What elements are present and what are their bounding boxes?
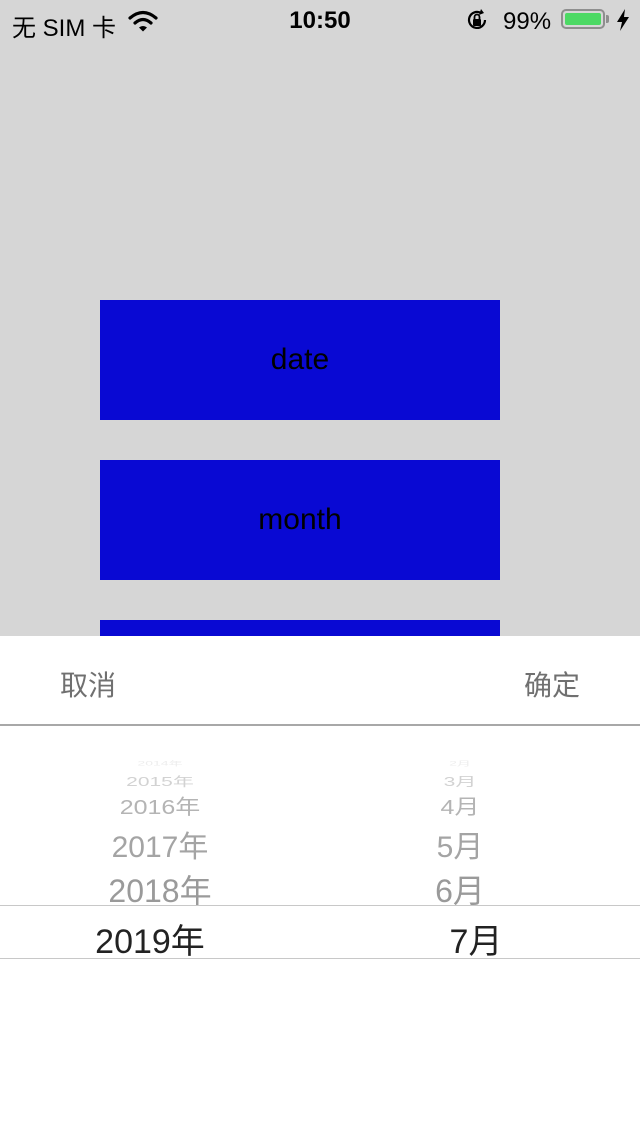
year-option[interactable]: 2015年: [0, 772, 320, 790]
year-option[interactable]: 2016年: [0, 791, 320, 821]
orientation-lock-icon: [467, 9, 487, 29]
charging-bolt-icon: [617, 9, 629, 31]
selected-month[interactable]: 7月: [316, 914, 636, 963]
cancel-button[interactable]: 取消: [60, 664, 116, 704]
month-option[interactable]: 2月: [300, 759, 620, 768]
date-picker-sheet: 取消 确定 2014年 2015年 2016年 2017年 2018年 2019…: [0, 636, 640, 1136]
month-option[interactable]: 3月: [300, 772, 620, 790]
year-wheel[interactable]: 2014年 2015年 2016年 2017年 2018年 2019年: [0, 728, 320, 1136]
battery-percent: 99%: [503, 8, 552, 35]
date-button[interactable]: date: [100, 300, 500, 420]
selection-bottom-line: [0, 958, 640, 959]
status-bar: 无 SIM 卡 10:50 99%: [0, 0, 640, 42]
battery-cap: [606, 15, 609, 23]
month-button[interactable]: month: [100, 460, 500, 580]
selected-year[interactable]: 2019年: [0, 914, 310, 963]
confirm-button[interactable]: 确定: [524, 664, 580, 704]
battery-icon: [561, 9, 605, 29]
battery-fill: [565, 13, 601, 25]
picker-wheels[interactable]: 2014年 2015年 2016年 2017年 2018年 2019年 2月 3…: [0, 728, 640, 1136]
year-option[interactable]: 2014年: [0, 759, 320, 768]
month-option[interactable]: 4月: [300, 791, 620, 821]
month-option[interactable]: 5月: [300, 822, 620, 866]
month-wheel[interactable]: 2月 3月 4月 5月 6月 7月: [320, 728, 640, 1136]
selection-top-line: [0, 905, 640, 906]
picker-toolbar: 取消 确定: [0, 636, 640, 726]
year-option[interactable]: 2017年: [0, 822, 320, 866]
